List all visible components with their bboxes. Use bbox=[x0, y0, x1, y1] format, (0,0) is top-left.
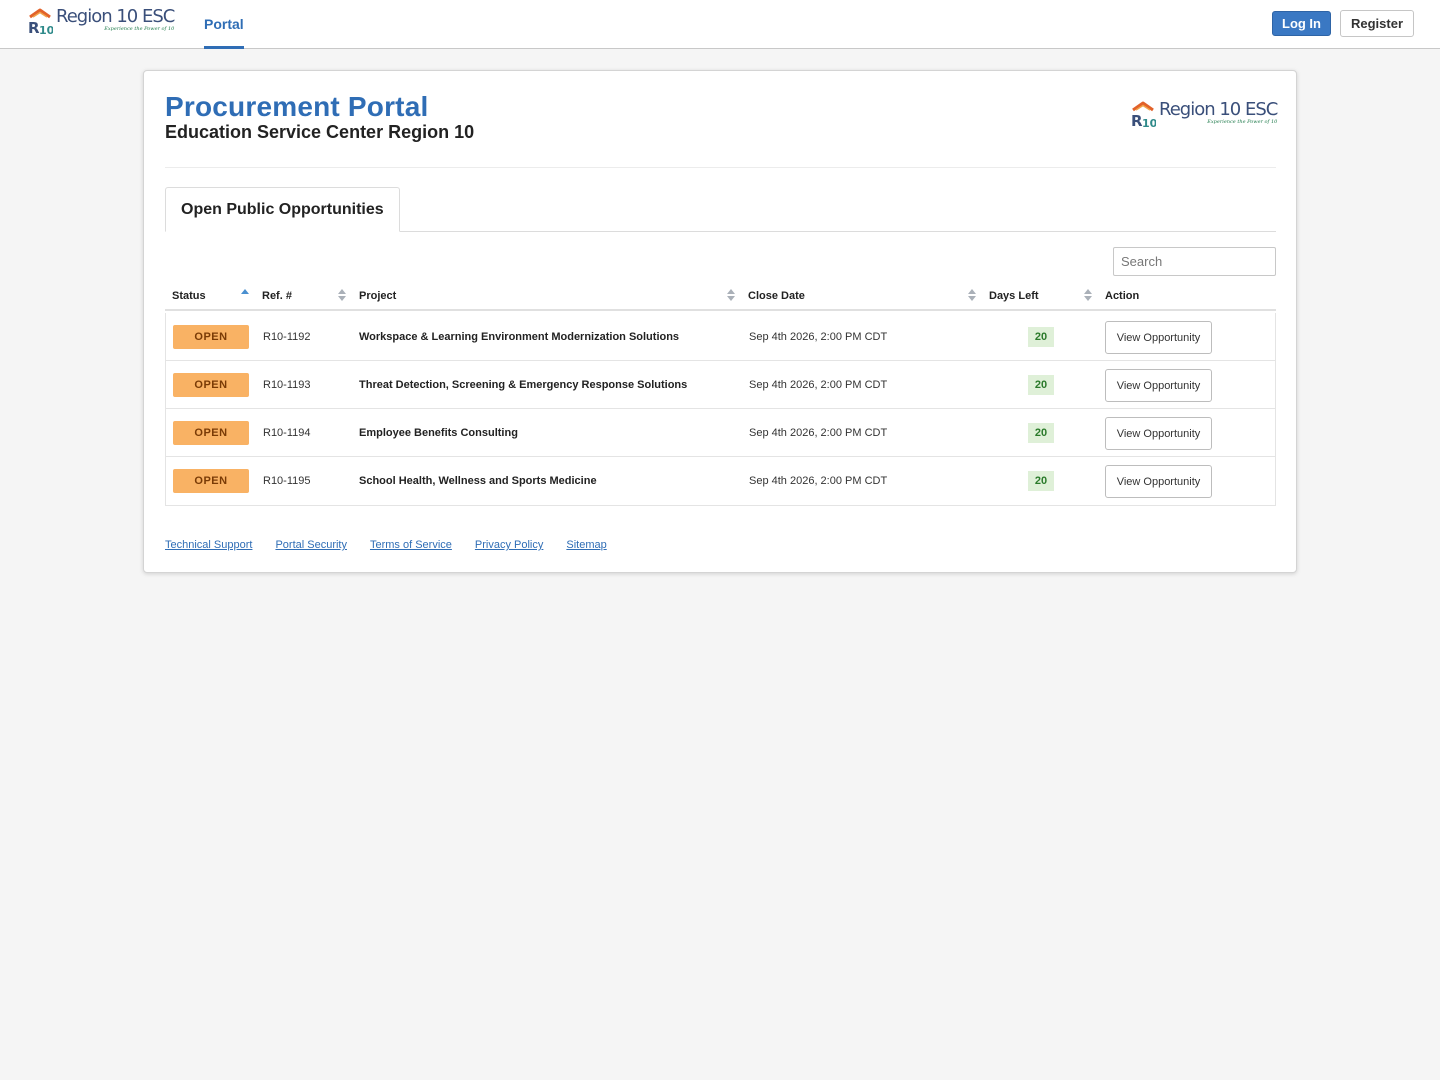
nav-portal-link[interactable]: Portal bbox=[204, 0, 244, 49]
days-left-badge: 20 bbox=[1028, 423, 1054, 443]
sort-icon[interactable] bbox=[727, 288, 735, 304]
close-date-cell: Sep 4th 2026, 2:00 PM CDT bbox=[749, 379, 888, 391]
opportunities-table-body: OPEN R10-1192 Workspace & Learning Envir… bbox=[165, 313, 1276, 506]
table-row: OPEN R10-1195 School Health, Wellness an… bbox=[166, 457, 1275, 505]
tab-open-public-opportunities[interactable]: Open Public Opportunities bbox=[165, 187, 400, 232]
footer-link-terms-of-service[interactable]: Terms of Service bbox=[370, 539, 452, 551]
region10-logo[interactable]: R 10 Region 10 ESC Experience the Power … bbox=[27, 6, 175, 38]
footer-link-privacy-policy[interactable]: Privacy Policy bbox=[475, 539, 543, 551]
register-button[interactable]: Register bbox=[1340, 10, 1414, 37]
status-badge: OPEN bbox=[173, 469, 249, 493]
table-row: OPEN R10-1194 Employee Benefits Consulti… bbox=[166, 409, 1275, 457]
ref-cell: R10-1194 bbox=[263, 427, 311, 439]
sort-icon[interactable] bbox=[1084, 288, 1092, 304]
project-cell: Threat Detection, Screening & Emergency … bbox=[359, 379, 688, 391]
close-date-cell: Sep 4th 2026, 2:00 PM CDT bbox=[749, 331, 888, 343]
column-header-project[interactable]: Project bbox=[359, 283, 396, 309]
svg-text:10: 10 bbox=[39, 24, 53, 36]
column-header-status[interactable]: Status bbox=[172, 283, 206, 309]
footer-link-sitemap[interactable]: Sitemap bbox=[566, 539, 606, 551]
view-opportunity-button[interactable]: View Opportunity bbox=[1105, 465, 1212, 498]
search-input[interactable] bbox=[1113, 247, 1276, 276]
close-date-cell: Sep 4th 2026, 2:00 PM CDT bbox=[749, 475, 888, 487]
project-cell: Workspace & Learning Environment Moderni… bbox=[359, 331, 680, 343]
logo-name: Region 10 ESC bbox=[56, 6, 175, 27]
view-opportunity-button[interactable]: View Opportunity bbox=[1105, 321, 1212, 354]
close-date-cell: Sep 4th 2026, 2:00 PM CDT bbox=[749, 427, 888, 439]
logo-name: Region 10 ESC bbox=[1159, 99, 1278, 120]
column-header-days-left[interactable]: Days Left bbox=[989, 283, 1039, 309]
top-navbar: R 10 Region 10 ESC Experience the Power … bbox=[0, 0, 1440, 49]
column-header-ref[interactable]: Ref. # bbox=[262, 283, 292, 309]
project-cell: School Health, Wellness and Sports Medic… bbox=[359, 475, 597, 487]
status-badge: OPEN bbox=[173, 373, 249, 397]
page-subtitle: Education Service Center Region 10 bbox=[165, 122, 475, 142]
view-opportunity-button[interactable]: View Opportunity bbox=[1105, 417, 1212, 450]
table-header: Status Ref. # Project Close Date Days Le… bbox=[165, 283, 1276, 311]
view-opportunity-button[interactable]: View Opportunity bbox=[1105, 369, 1212, 402]
footer-links: Technical Support Portal Security Terms … bbox=[165, 539, 607, 551]
table-row: OPEN R10-1192 Workspace & Learning Envir… bbox=[166, 313, 1275, 361]
logo-tagline: Experience the Power of 10 bbox=[1207, 119, 1278, 125]
page-title: Procurement Portal bbox=[165, 91, 429, 122]
sort-icon[interactable] bbox=[338, 288, 346, 304]
procurement-card: Procurement Portal Education Service Cen… bbox=[143, 70, 1297, 573]
logo-tagline: Experience the Power of 10 bbox=[104, 26, 175, 32]
divider bbox=[165, 167, 1276, 168]
region10-logo-icon: R 10 bbox=[1130, 101, 1158, 130]
login-button[interactable]: Log In bbox=[1272, 11, 1331, 36]
project-cell: Employee Benefits Consulting bbox=[359, 427, 518, 439]
ref-cell: R10-1195 bbox=[263, 475, 311, 487]
days-left-badge: 20 bbox=[1028, 375, 1054, 395]
ref-cell: R10-1192 bbox=[263, 331, 311, 343]
footer-link-technical-support[interactable]: Technical Support bbox=[165, 539, 252, 551]
days-left-badge: 20 bbox=[1028, 471, 1054, 491]
days-left-badge: 20 bbox=[1028, 327, 1054, 347]
region10-card-logo: R 10 Region 10 ESC Experience the Power … bbox=[1130, 99, 1278, 131]
sort-icon[interactable] bbox=[968, 288, 976, 304]
column-header-action: Action bbox=[1105, 290, 1140, 302]
status-badge: OPEN bbox=[173, 325, 249, 349]
region10-logo-icon: R 10 bbox=[27, 8, 55, 37]
sort-ascending-icon[interactable] bbox=[241, 288, 249, 304]
svg-text:10: 10 bbox=[1142, 117, 1156, 129]
ref-cell: R10-1193 bbox=[263, 379, 311, 391]
footer-link-portal-security[interactable]: Portal Security bbox=[275, 539, 347, 551]
status-badge: OPEN bbox=[173, 421, 249, 445]
table-row: OPEN R10-1193 Threat Detection, Screenin… bbox=[166, 361, 1275, 409]
column-header-close-date[interactable]: Close Date bbox=[748, 283, 805, 309]
